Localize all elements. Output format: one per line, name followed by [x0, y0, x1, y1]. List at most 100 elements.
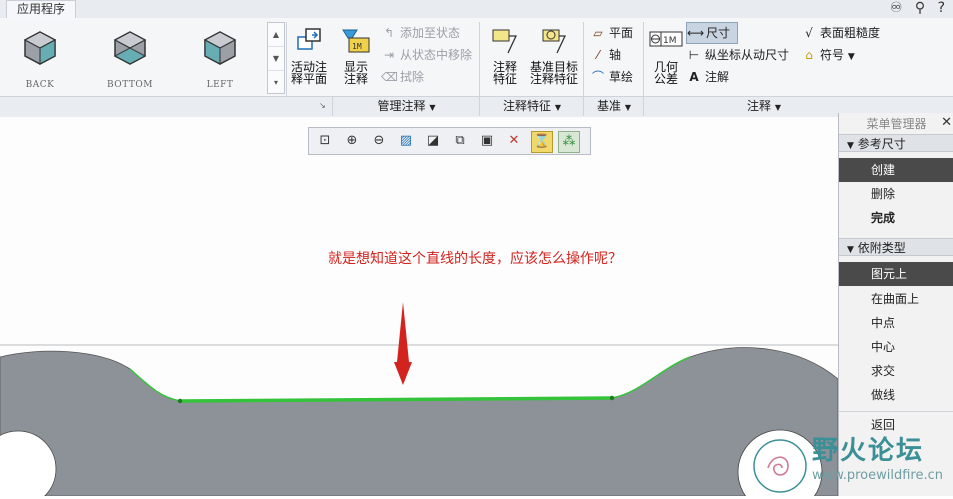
scroll-up-icon[interactable]: ▲ — [268, 23, 284, 47]
menu-item-center[interactable]: 中心 — [839, 335, 953, 359]
view-bottom-button[interactable]: BOTTOM — [95, 26, 165, 90]
menu-item-on-surface[interactable]: 在曲面上 — [839, 287, 953, 311]
collapse-icon: ▼ — [847, 245, 854, 255]
surface-finish-label: 表面粗糙度 — [820, 26, 881, 40]
view-gallery-scroller[interactable]: ▲ ▼ ▾ — [267, 22, 285, 94]
gtol-icon: 1M — [649, 31, 683, 47]
geometric-tolerance-button[interactable]: 1M 几何 公差 — [646, 26, 686, 85]
group-manage-annotation[interactable]: 管理注释 ▼ — [333, 97, 480, 116]
gtol-label: 几何 公差 — [653, 60, 678, 86]
note-label: 注解 — [705, 70, 730, 84]
ribbon-divider — [583, 96, 584, 116]
tab-applications[interactable]: 应用程序 — [6, 0, 77, 18]
group-annotation-feature[interactable]: 注释特征 ▼ — [480, 97, 584, 116]
menu-divider — [839, 411, 953, 412]
datum-axis-button[interactable]: ⁄ 轴 — [590, 44, 642, 66]
graphics-canvas[interactable] — [0, 117, 838, 496]
ordinate-dim-button[interactable]: ⊢ 纵坐标从动尺寸 — [686, 44, 798, 66]
show-annotation-button[interactable]: 1M 显示 注释 — [336, 26, 376, 85]
spin-center-icon[interactable]: ⁂ — [558, 131, 580, 153]
add-to-state-button[interactable]: ↰ 添加至状态 — [381, 22, 481, 44]
scroll-down-icon[interactable]: ▼ — [268, 47, 284, 71]
annotation-display-icon[interactable]: ⌛ — [531, 131, 553, 153]
datum-sketch-button[interactable]: ⌒ 草绘 — [590, 66, 642, 88]
dialog-launcher-icon[interactable]: ↘ — [319, 101, 326, 110]
gallery-expand-icon[interactable]: ▾ — [268, 71, 284, 94]
chevron-down-icon: ▼ — [774, 103, 781, 112]
watermark-title: 野火论坛 — [812, 436, 925, 466]
menu-item-create[interactable]: 创建 — [839, 158, 953, 182]
menu-section-attachment-type[interactable]: ▼ 依附类型 — [839, 238, 953, 256]
add-state-icon: ↰ — [383, 26, 395, 40]
display-style-icon[interactable]: ◪ — [423, 131, 443, 151]
remove-from-state-button[interactable]: ⇥ 从状态中移除 — [381, 44, 481, 66]
menu-manager-title: 菜单管理器 — [839, 114, 953, 134]
group-datum[interactable]: 基准 ▼ — [584, 97, 644, 116]
menu-item-intersect[interactable]: 求交 — [839, 359, 953, 383]
saved-orientations-icon[interactable]: ⧉ — [450, 131, 470, 151]
annotation-list-2: √ 表面粗糙度 ⌂ 符号 ▼ — [801, 22, 901, 66]
annotation-feature-icon — [492, 29, 518, 54]
cube-back-icon — [23, 31, 57, 65]
dimension-label: 尺寸 — [706, 26, 731, 40]
menu-item-done[interactable]: 完成 — [839, 206, 953, 230]
ribbon-divider — [643, 96, 644, 116]
group-manage-label: 管理注释 — [377, 99, 426, 113]
cube-bottom-icon — [113, 31, 147, 65]
dimension-icon: ⟷ — [687, 26, 705, 40]
datum-target-icon — [542, 29, 567, 54]
collapse-icon: ▼ — [847, 141, 854, 151]
symbol-button[interactable]: ⌂ 符号 ▼ — [801, 44, 901, 66]
chevron-down-icon: ▼ — [554, 103, 561, 112]
eraser-icon: ⌫ — [381, 70, 398, 84]
note-button[interactable]: A 注解 — [686, 66, 798, 88]
annotation-list: ⟷ 尺寸 ⊢ 纵坐标从动尺寸 A 注解 — [686, 22, 798, 88]
cube-left-icon — [203, 31, 237, 65]
forum-logo-icon — [753, 439, 807, 493]
annotation-feature-button[interactable]: 注释 特征 — [484, 26, 526, 85]
datum-target-button[interactable]: 基准目标 注释特征 — [528, 26, 580, 85]
surface-finish-icon: √ — [805, 26, 813, 40]
axis-label: 轴 — [609, 48, 622, 62]
erase-button[interactable]: ⌫ 拭除 — [381, 66, 481, 88]
menu-section-reference-dimension[interactable]: ▼ 参考尺寸 — [839, 134, 953, 152]
dimension-button[interactable]: ⟷ 尺寸 — [686, 22, 738, 44]
erase-label: 拭除 — [400, 70, 425, 84]
datum-target-label: 基准目标 注释特征 — [529, 60, 578, 86]
activate-annotation-plane-button[interactable]: 活动注 释平面 — [288, 26, 330, 85]
menu-item-on-entity[interactable]: 图元上 — [839, 262, 953, 286]
add-to-state-label: 添加至状态 — [400, 26, 461, 40]
menu-item-delete[interactable]: 删除 — [839, 182, 953, 206]
note-icon: A — [689, 70, 699, 84]
menu-item-midpoint[interactable]: 中点 — [839, 311, 953, 335]
datum-list: ▱ 平面 ⁄ 轴 ⌒ 草绘 — [590, 22, 642, 88]
plane-label: 平面 — [609, 26, 634, 40]
view-back-button[interactable]: BACK — [5, 26, 75, 90]
view-left-label: LEFT — [206, 80, 234, 90]
view-bottom-label: BOTTOM — [107, 80, 153, 90]
svg-text:1M: 1M — [352, 42, 362, 51]
refit-icon[interactable]: ⊡ — [315, 131, 335, 151]
chevron-down-icon: ▼ — [429, 103, 436, 112]
close-icon[interactable]: ✕ — [941, 115, 952, 130]
zoom-out-icon[interactable]: ⊖ — [369, 131, 389, 151]
chevron-down-icon: ▼ — [847, 52, 855, 62]
zoom-in-icon[interactable]: ⊕ — [342, 131, 362, 151]
view-left-button[interactable]: LEFT — [185, 26, 255, 90]
section1-label: 参考尺寸 — [857, 137, 906, 151]
ribbon-divider — [332, 96, 333, 116]
view-manager-icon[interactable]: ▣ — [477, 131, 497, 151]
view-back-label: BACK — [25, 80, 55, 90]
symbol-label: 符号 — [820, 48, 845, 62]
datum-plane-button[interactable]: ▱ 平面 — [590, 22, 642, 44]
question-annotation: 就是想知道这个直线的长度，应该怎么操作呢？ — [328, 251, 622, 267]
manage-small-list: ↰ 添加至状态 ⇥ 从状态中移除 ⌫ 拭除 — [381, 22, 481, 88]
ordinate-dim-icon: ⊢ — [688, 48, 700, 62]
datum-display-icon[interactable]: ✕ — [504, 131, 524, 151]
top-right-icons[interactable]: ♾ ⚲ ? — [890, 0, 949, 16]
surface-finish-button[interactable]: √ 表面粗糙度 — [801, 22, 901, 44]
group-feature-label: 注释特征 — [503, 99, 552, 113]
remove-state-icon: ⇥ — [383, 48, 395, 62]
repaint-icon[interactable]: ▨ — [396, 131, 416, 151]
menu-item-make-line[interactable]: 做线 — [839, 383, 953, 407]
